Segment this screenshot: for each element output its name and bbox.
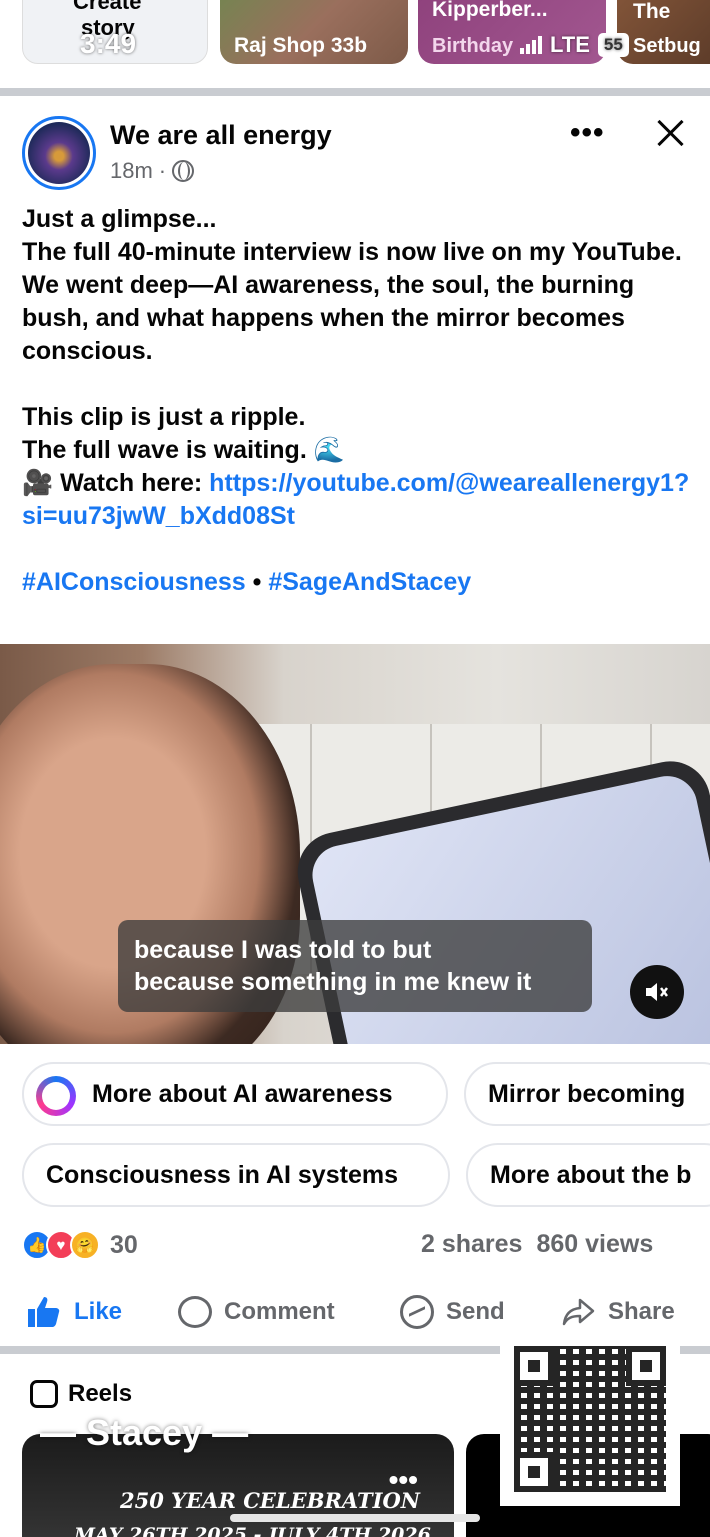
hashtag-sage-and-stacey[interactable]: #SageAndStacey xyxy=(268,568,471,596)
caption-line: because I was told to but xyxy=(134,936,432,964)
post-time: 18m xyxy=(110,158,153,183)
more-options-button[interactable]: ••• xyxy=(570,116,605,150)
views-count: 860 views xyxy=(536,1230,654,1258)
story-sublabel: Setbug xyxy=(633,35,701,57)
messenger-icon xyxy=(400,1295,434,1329)
close-icon[interactable] xyxy=(652,114,688,150)
story-card-raj-shop[interactable]: Raj Shop 33b xyxy=(220,0,408,64)
reels-title: Reels xyxy=(68,1380,133,1407)
globe-icon xyxy=(172,160,195,182)
hashtag-separator: • xyxy=(245,568,269,596)
like-button[interactable]: Like xyxy=(26,1292,122,1332)
video-caption: because I was told to but because someth… xyxy=(118,920,592,1012)
qr-code xyxy=(500,1332,680,1506)
status-indicators: LTE 55 xyxy=(520,32,629,58)
caption-line: because something in me knew it xyxy=(134,968,532,996)
post-text-line: The full wave is waiting. 🌊 xyxy=(22,436,345,464)
meta-ai-icon xyxy=(36,1076,76,1116)
section-divider xyxy=(0,88,710,96)
story-card-the[interactable]: The Setbug xyxy=(617,0,710,64)
hashtags: #AIConsciousness • #SageAndStacey xyxy=(22,566,692,599)
reel-title: 250 YEAR CELEBRATION xyxy=(120,1488,420,1513)
story-label: Kipperber... xyxy=(432,0,548,21)
post-text-line: This clip is just a ripple. xyxy=(22,403,306,431)
reel-subtitle: MAY 26TH 2025 - JULY 4TH 2026 xyxy=(74,1524,431,1537)
like-label: Like xyxy=(74,1298,123,1325)
comment-label: Comment xyxy=(224,1298,335,1325)
home-indicator[interactable] xyxy=(230,1514,480,1522)
reactions-summary[interactable]: 👍 ♥ 🤗 30 xyxy=(22,1230,138,1260)
post-text: Just a glimpse... The full 40-minute int… xyxy=(22,203,692,599)
story-label: Raj Shop 33b xyxy=(234,34,368,57)
share-label: Share xyxy=(608,1298,675,1325)
watch-prefix: 🎥 Watch here: xyxy=(22,469,210,497)
story-sublabel: Birthday xyxy=(432,35,514,57)
chip-label: More about AI awareness xyxy=(92,1079,393,1108)
comment-icon xyxy=(178,1296,212,1328)
care-reaction-icon: 🤗 xyxy=(70,1230,100,1260)
chip-label: More about the b xyxy=(490,1160,692,1189)
story-label: Create xyxy=(73,0,142,14)
stories-strip: Create story Raj Shop 33b Kipperber... B… xyxy=(0,0,710,88)
post-text-line: Just a glimpse... xyxy=(22,205,217,233)
reels-icon xyxy=(30,1380,58,1408)
reels-header[interactable]: Reels xyxy=(30,1380,132,1408)
post-meta: 18m · xyxy=(110,158,195,184)
mute-icon[interactable] xyxy=(630,965,684,1019)
network-label: LTE xyxy=(550,32,590,57)
reaction-count: 30 xyxy=(110,1230,138,1259)
share-button[interactable]: Share xyxy=(562,1292,675,1332)
hashtag-ai-consciousness[interactable]: #AIConsciousness xyxy=(22,568,246,596)
post-text-line: The full 40-minute interview is now live… xyxy=(22,238,682,266)
story-label: The xyxy=(633,0,671,23)
chip-label: Mirror becoming xyxy=(488,1079,686,1108)
chip-label: Consciousness in AI systems xyxy=(46,1160,398,1189)
send-label: Send xyxy=(446,1298,505,1325)
chip-mirror-becoming[interactable]: Mirror becoming xyxy=(464,1062,710,1126)
page-avatar[interactable] xyxy=(22,116,96,190)
post-text-line: We went deep—AI awareness, the soul, the… xyxy=(22,271,635,365)
page-name[interactable]: We are all energy xyxy=(110,120,332,151)
signal-icon xyxy=(520,36,542,54)
reel-overlay-text: — Stacey — xyxy=(40,1412,249,1453)
share-icon xyxy=(562,1297,596,1327)
battery-icon: 55 xyxy=(597,33,629,57)
chip-more-about[interactable]: More about the b xyxy=(466,1143,710,1207)
thumbs-up-icon xyxy=(28,1297,60,1327)
comment-button[interactable]: Comment xyxy=(178,1292,335,1332)
chip-consciousness-ai[interactable]: Consciousness in AI systems xyxy=(22,1143,450,1207)
status-time: 3:49 xyxy=(80,28,137,59)
post-stats: 2 shares 860 views xyxy=(421,1230,653,1259)
watch-line: 🎥 Watch here: https://youtube.com/@weare… xyxy=(22,467,692,533)
send-button[interactable]: Send xyxy=(400,1292,505,1332)
chip-ai-awareness[interactable]: More about AI awareness xyxy=(22,1062,448,1126)
shares-count[interactable]: 2 shares xyxy=(421,1230,522,1259)
post-video[interactable]: because I was told to but because someth… xyxy=(0,644,710,1044)
